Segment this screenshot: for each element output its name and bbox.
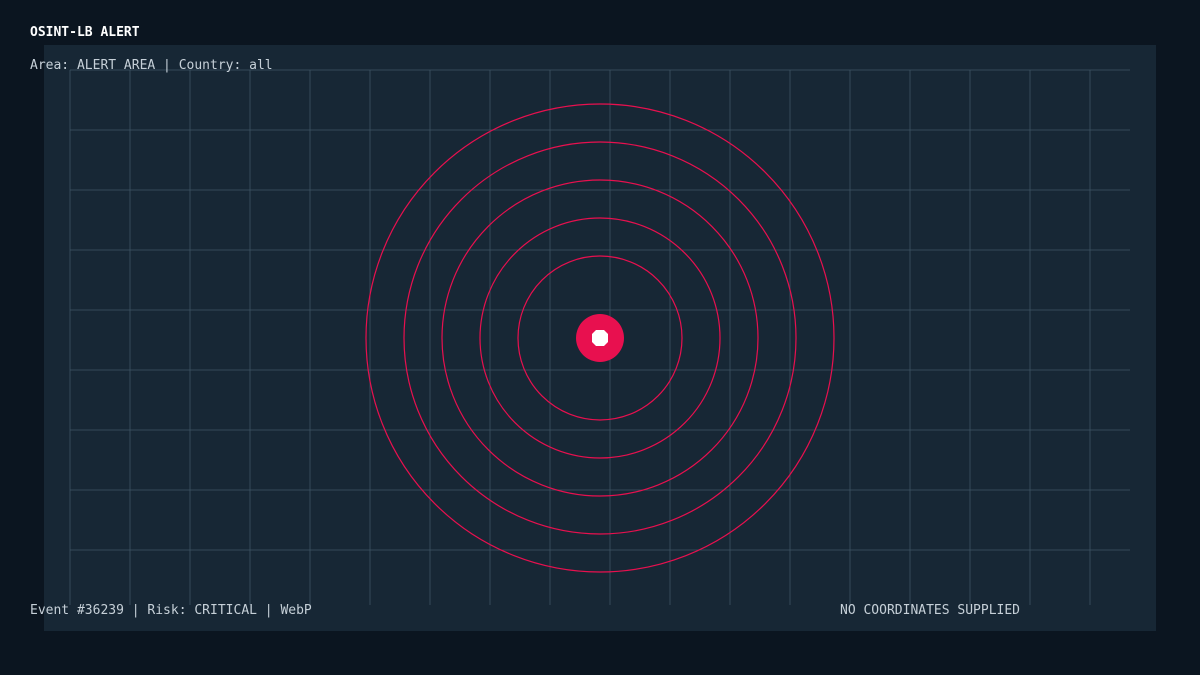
alert-target-icon[interactable] bbox=[576, 314, 624, 362]
alert-marker-core bbox=[592, 330, 608, 346]
event-info-label: Event #36239 | Risk: CRITICAL | WebP bbox=[30, 603, 312, 618]
alert-map[interactable] bbox=[0, 0, 1200, 675]
area-filter-label: Area: ALERT AREA | Country: all bbox=[30, 58, 273, 73]
coordinates-status-label: NO COORDINATES SUPPLIED bbox=[840, 603, 1021, 618]
page-title: OSINT-LB ALERT bbox=[30, 25, 140, 40]
